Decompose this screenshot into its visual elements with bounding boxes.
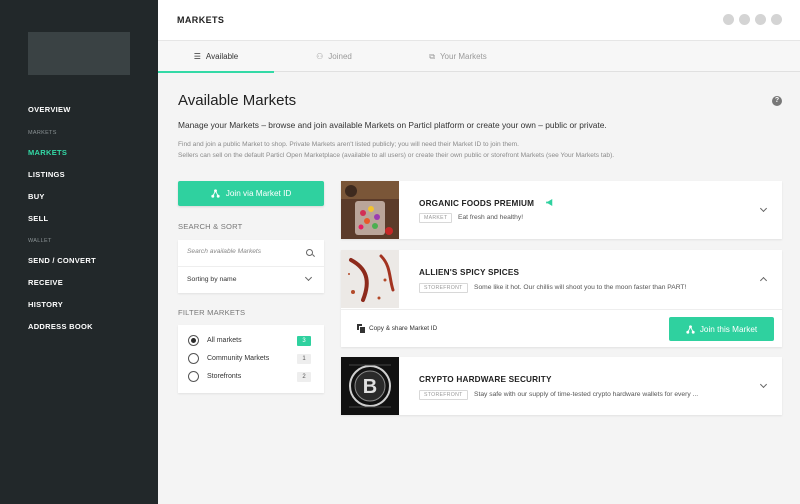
window-control-dot[interactable] — [771, 14, 782, 25]
window-controls — [723, 14, 782, 25]
count-badge: 1 — [297, 354, 311, 364]
market-title: CRYPTO HARDWARE SECURITY — [419, 375, 552, 384]
radio-button[interactable] — [188, 335, 199, 346]
market-description: Some like it hot. Our chillis will shoot… — [474, 284, 687, 291]
tab-label: Joined — [328, 52, 352, 61]
filter-community-markets[interactable]: Community Markets 1 — [178, 350, 324, 368]
radio-button[interactable] — [188, 353, 199, 364]
window-control-dot[interactable] — [755, 14, 766, 25]
search-sort-label: SEARCH & SORT — [178, 222, 243, 231]
network-icon: ⚇ — [316, 52, 324, 61]
search-row — [178, 240, 324, 267]
market-description: Stay safe with our supply of time-tested… — [474, 391, 699, 398]
copy-icon — [357, 324, 366, 334]
search-sort-card: Sorting by name — [178, 240, 324, 293]
filter-storefronts[interactable]: Storefronts 2 — [178, 368, 324, 386]
copy-share-market-id-button[interactable]: Copy & share Market ID — [357, 324, 438, 334]
chevron-down-icon — [304, 273, 313, 282]
tab-label: Available — [205, 52, 239, 61]
sidebar-item-send-convert[interactable]: SEND / CONVERT — [28, 256, 96, 265]
sidebar-section-wallet: WALLET — [28, 238, 52, 244]
sidebar-item-overview[interactable]: OVERVIEW — [28, 105, 71, 114]
tab-your-markets[interactable]: ⧉ Your Markets — [394, 41, 522, 72]
join-this-market-label: Join this Market — [699, 324, 758, 334]
sort-value: Sorting by name — [187, 276, 237, 283]
sort-select[interactable]: Sorting by name — [178, 267, 324, 293]
sidebar-section-markets: MARKETS — [28, 130, 57, 136]
market-title: ORGANIC FOODS PREMIUM — [419, 199, 535, 208]
filter-label: All markets — [207, 337, 242, 344]
page-description: Manage your Markets – browse and join av… — [178, 120, 607, 130]
market-type-tag: STOREFRONT — [419, 390, 468, 400]
filter-markets-card: All markets 3 Community Markets 1 Storef… — [178, 325, 324, 393]
market-thumbnail — [341, 250, 399, 308]
tab-label: Your Markets — [439, 52, 487, 61]
help-icon[interactable]: ? — [772, 96, 782, 106]
page-title: Available Markets — [178, 92, 297, 109]
page-subtext-sellers: Sellers can sell on the default Particl … — [178, 152, 615, 159]
network-icon — [686, 324, 695, 334]
list-icon: ☰ — [193, 52, 201, 61]
chevron-down-icon[interactable] — [759, 204, 768, 213]
svg-text:B: B — [363, 376, 377, 398]
window-control-dot[interactable] — [723, 14, 734, 25]
window-control-dot[interactable] — [739, 14, 750, 25]
market-description: Eat fresh and healthy! — [458, 214, 524, 221]
market-type-tag: MARKET — [419, 213, 453, 223]
radio-button[interactable] — [188, 371, 199, 382]
copy-share-label: Copy & share Market ID — [369, 324, 438, 332]
count-badge: 3 — [297, 336, 311, 346]
sidebar-item-sell[interactable]: SELL — [28, 214, 48, 223]
chevron-up-icon[interactable] — [759, 276, 768, 285]
market-title: ALLIEN'S SPICY SPICES — [419, 268, 520, 277]
page-header-title: MARKETS — [177, 15, 225, 25]
market-card-alliens-spicy-spices[interactable]: ALLIEN'S SPICY SPICES STOREFRONT Some li… — [341, 250, 782, 347]
join-via-market-id-label: Join via Market ID — [225, 189, 292, 198]
sidebar-item-listings[interactable]: LISTINGS — [28, 170, 65, 179]
tab-joined[interactable]: ⚇ Joined — [274, 41, 394, 72]
market-thumbnail: B — [341, 357, 399, 415]
sidebar-item-address-book[interactable]: ADDRESS BOOK — [28, 322, 93, 331]
market-expanded-footer: Copy & share Market ID Join this Market — [341, 309, 782, 347]
sidebar-item-history[interactable]: HISTORY — [28, 300, 63, 309]
megaphone-icon — [546, 199, 553, 206]
app-logo — [28, 32, 130, 75]
market-type-tag: STOREFRONT — [419, 283, 468, 293]
filter-label: Community Markets — [207, 355, 270, 362]
join-this-market-button[interactable]: Join this Market — [669, 317, 774, 341]
filter-label: Storefronts — [207, 373, 242, 380]
market-card-organic-foods[interactable]: ORGANIC FOODS PREMIUM MARKET Eat fresh a… — [341, 181, 782, 239]
top-bar: MARKETS — [158, 0, 800, 41]
sidebar-item-receive[interactable]: RECEIVE — [28, 278, 63, 287]
chevron-down-icon[interactable] — [759, 380, 768, 389]
sidebar-item-buy[interactable]: BUY — [28, 192, 45, 201]
count-badge: 2 — [297, 372, 311, 382]
filter-markets-label: FILTER MARKETS — [178, 308, 246, 317]
filter-all-markets[interactable]: All markets 3 — [178, 332, 324, 350]
store-icon: ⧉ — [429, 51, 435, 61]
sidebar-item-markets[interactable]: MARKETS — [28, 148, 67, 157]
market-card-crypto-hardware[interactable]: B CRYPTO HARDWARE SECURITY STOREFRONT St… — [341, 357, 782, 415]
tab-available[interactable]: ☰ Available — [158, 41, 274, 73]
market-thumbnail — [341, 181, 399, 239]
network-icon — [211, 189, 220, 198]
page-subtext-join: Find and join a public Market to shop. P… — [178, 141, 519, 148]
sidebar: OVERVIEW MARKETS MARKETS LISTINGS BUY SE… — [0, 0, 158, 504]
join-via-market-id-button[interactable]: Join via Market ID — [178, 181, 324, 206]
tab-bar: ☰ Available ⚇ Joined ⧉ Your Markets — [158, 41, 800, 73]
search-input[interactable] — [187, 248, 297, 255]
search-icon[interactable] — [306, 249, 313, 256]
